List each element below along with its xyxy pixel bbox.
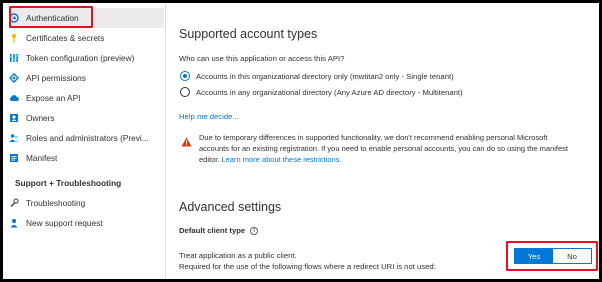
supported-account-types-heading: Supported account types (179, 27, 318, 41)
key-icon (9, 33, 19, 43)
radio-multitenant-label: Accounts in any organizational directory… (196, 88, 463, 97)
sidebar-section-support: Support + Troubleshooting (15, 178, 122, 188)
sidebar-item-label: New support request (26, 218, 103, 228)
sidebar-item-label: Owners (26, 113, 55, 123)
info-icon[interactable]: i (250, 227, 259, 235)
warning-message: Due to temporary differences in supporte… (179, 130, 589, 170)
sidebar-item-api-permissions[interactable]: API permissions (9, 68, 164, 88)
warning-text-line2: accounts for an existing registration. I… (199, 144, 568, 153)
app-window: Authentication Certificates & secrets To… (3, 3, 599, 279)
token-icon (9, 53, 19, 63)
manifest-icon (9, 153, 19, 163)
sidebar-item-label: Roles and administrators (Previ... (26, 133, 149, 143)
sidebar-item-certificates[interactable]: Certificates & secrets (9, 28, 164, 48)
sidebar-item-label: Troubleshooting (26, 198, 86, 208)
default-client-type-label: Default client type i (179, 226, 259, 235)
sidebar-item-label: API permissions (26, 73, 86, 83)
sidebar-item-token-configuration[interactable]: Token configuration (preview) (9, 48, 164, 68)
sidebar-item-label: Certificates & secrets (26, 33, 105, 43)
account-question: Who can use this application or access t… (179, 54, 345, 63)
sidebar-item-new-support-request[interactable]: New support request (9, 213, 164, 233)
person-icon (9, 218, 19, 228)
sidebar-item-roles-administrators[interactable]: Roles and administrators (Previ... (9, 128, 164, 148)
radio-single-tenant-label: Accounts in this organizational director… (196, 72, 454, 81)
api-permissions-icon (9, 73, 19, 83)
sidebar-item-owners[interactable]: Owners (9, 108, 164, 128)
main-content: Supported account types Who can use this… (167, 3, 599, 279)
highlight-box-authentication (9, 6, 93, 28)
warning-icon (181, 134, 192, 152)
sidebar-nav: Authentication Certificates & secrets To… (3, 3, 166, 279)
default-client-type-text: Default client type (179, 226, 246, 235)
sidebar-item-troubleshooting[interactable]: Troubleshooting (9, 193, 164, 213)
roles-icon (9, 133, 19, 143)
warning-text-line1: Due to temporary differences in supporte… (199, 133, 548, 142)
learn-more-link[interactable]: Learn more about these restrictions. (222, 155, 342, 164)
owners-icon (9, 113, 19, 123)
cloud-icon (9, 93, 19, 103)
sidebar-item-expose-api[interactable]: Expose an API (9, 88, 164, 108)
radio-single-tenant[interactable] (180, 71, 190, 81)
sidebar-item-manifest[interactable]: Manifest (9, 148, 164, 168)
wrench-icon (9, 198, 19, 208)
sidebar-item-label: Expose an API (26, 93, 81, 103)
public-client-flows-note: Required for the use of the following fl… (179, 262, 436, 271)
highlight-box-toggle (506, 241, 598, 271)
advanced-settings-heading: Advanced settings (179, 200, 282, 214)
public-client-description: Treat application as a public client. (179, 251, 297, 260)
warning-text-line3: editor. (199, 155, 222, 164)
sidebar-item-label: Token configuration (preview) (26, 53, 135, 63)
sidebar-item-label: Manifest (26, 153, 58, 163)
radio-multitenant[interactable] (180, 87, 190, 97)
help-me-decide-link[interactable]: Help me decide... (179, 112, 239, 121)
